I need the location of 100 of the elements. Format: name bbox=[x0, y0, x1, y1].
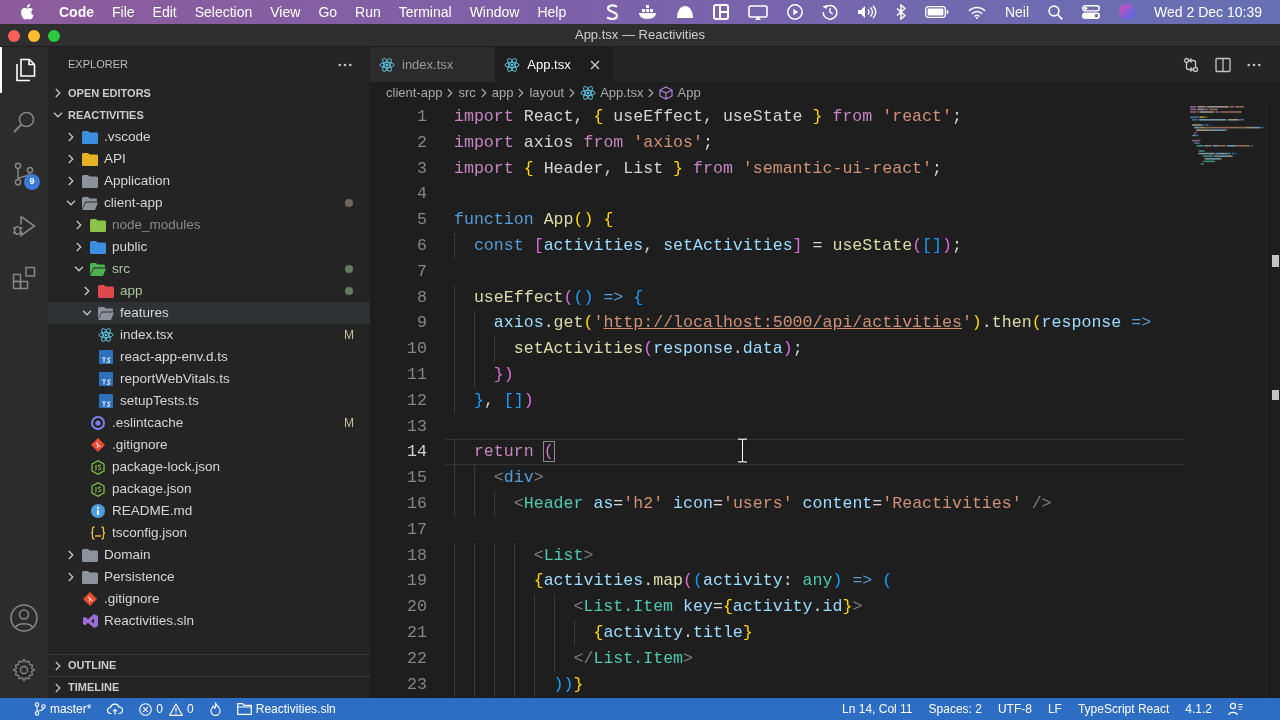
tree-item[interactable]: public bbox=[48, 236, 370, 258]
breadcrumb-item[interactable]: layout bbox=[529, 83, 565, 103]
section-header[interactable]: REACTIVITIES bbox=[48, 104, 370, 126]
tree-item[interactable]: client-app bbox=[48, 192, 370, 214]
apple-icon[interactable] bbox=[20, 4, 34, 20]
project-button[interactable]: Reactivities.sln bbox=[236, 700, 336, 718]
chevron-right-icon[interactable] bbox=[68, 572, 74, 582]
section-header[interactable]: OUTLINE bbox=[48, 654, 370, 676]
menu-item[interactable]: Go bbox=[318, 1, 338, 23]
whale-icon[interactable] bbox=[637, 5, 657, 19]
split-editor-icon[interactable] bbox=[1215, 56, 1231, 73]
tree-item[interactable]: reportWebVitals.ts bbox=[48, 368, 370, 390]
tree-item[interactable]: API bbox=[48, 148, 370, 170]
menu-item[interactable]: Edit bbox=[152, 1, 177, 23]
wifi-icon[interactable] bbox=[967, 5, 986, 19]
status-item[interactable]: Ln 14, Col 11 bbox=[842, 700, 913, 718]
tree-item[interactable]: .vscode bbox=[48, 126, 370, 148]
more-icon[interactable] bbox=[1247, 62, 1261, 67]
tree-item[interactable]: README.md bbox=[48, 500, 370, 522]
close-icon[interactable] bbox=[589, 59, 600, 70]
status-item[interactable]: LF bbox=[1047, 700, 1062, 718]
cloud-upload-icon[interactable] bbox=[107, 703, 124, 715]
clock-icon[interactable] bbox=[821, 4, 838, 20]
chevron-down-icon[interactable] bbox=[82, 310, 92, 316]
editor-tab[interactable]: index.tsx bbox=[370, 47, 496, 82]
chevron-right-icon[interactable] bbox=[68, 176, 74, 186]
volume-icon[interactable] bbox=[856, 5, 877, 19]
braces-icon bbox=[90, 526, 106, 540]
tree-item[interactable]: react-app-env.d.ts bbox=[48, 346, 370, 368]
squiggle-icon[interactable] bbox=[604, 4, 619, 20]
bluetooth-icon[interactable] bbox=[895, 4, 906, 20]
source-control-button[interactable]: 9 bbox=[0, 151, 48, 197]
flame-icon[interactable] bbox=[209, 702, 221, 716]
menu-item[interactable]: File bbox=[112, 1, 135, 23]
window-close-icon[interactable] bbox=[8, 30, 20, 42]
tree-item[interactable]: package.json bbox=[48, 478, 370, 500]
chevron-right-icon[interactable] bbox=[68, 550, 74, 560]
tree-item[interactable]: .gitignore bbox=[48, 588, 370, 610]
breadcrumb-item[interactable]: src bbox=[458, 83, 476, 103]
panels-icon[interactable] bbox=[712, 4, 729, 20]
tree-item[interactable]: index.tsx M bbox=[48, 324, 370, 346]
window-minimize-icon[interactable] bbox=[28, 30, 40, 42]
tree-item[interactable]: package-lock.json bbox=[48, 456, 370, 478]
chevron-down-icon[interactable] bbox=[74, 266, 84, 272]
tree-item[interactable]: src bbox=[48, 258, 370, 280]
breadcrumb-item[interactable]: client-app bbox=[386, 83, 443, 103]
breadcrumb-item[interactable]: App bbox=[659, 83, 701, 103]
toggles-icon[interactable] bbox=[1082, 5, 1101, 19]
menu-item[interactable]: View bbox=[270, 1, 301, 23]
person-lines-icon[interactable] bbox=[1228, 702, 1243, 716]
diamond-icon bbox=[83, 592, 97, 606]
chevron-right-icon[interactable] bbox=[55, 682, 61, 693]
breadcrumb-item[interactable]: app bbox=[491, 83, 514, 103]
status-item[interactable]: UTF-8 bbox=[997, 700, 1032, 718]
menu-item[interactable]: Help bbox=[537, 1, 567, 23]
tree-item[interactable]: Reactivities.sln bbox=[48, 610, 370, 632]
play-circle-icon[interactable] bbox=[786, 4, 803, 20]
tree-item[interactable]: features bbox=[48, 302, 370, 324]
problems-button[interactable]: 0 0 bbox=[139, 700, 194, 718]
display-icon[interactable] bbox=[747, 4, 768, 20]
more-icon[interactable] bbox=[338, 62, 352, 67]
breadcrumb-item[interactable]: App.tsx bbox=[580, 83, 644, 103]
tree-item[interactable]: tsconfig.json bbox=[48, 522, 370, 544]
tree-item[interactable]: setupTests.ts bbox=[48, 390, 370, 412]
search-icon[interactable] bbox=[1048, 4, 1064, 20]
chevron-right-icon[interactable] bbox=[76, 242, 82, 252]
tree-item[interactable]: Application bbox=[48, 170, 370, 192]
menu-item[interactable]: Selection bbox=[194, 1, 253, 23]
tree-item[interactable]: app bbox=[48, 280, 370, 302]
tree-item[interactable]: .eslintcache M bbox=[48, 412, 370, 434]
menu-item[interactable]: Run bbox=[355, 1, 381, 23]
status-item[interactable]: TypeScript React bbox=[1077, 700, 1170, 718]
battery-icon[interactable] bbox=[924, 6, 949, 18]
tree-item[interactable]: Persistence bbox=[48, 566, 370, 588]
chevron-down-icon[interactable] bbox=[66, 200, 76, 206]
chevron-right-icon[interactable] bbox=[68, 154, 74, 164]
branch-button[interactable]: master* bbox=[34, 700, 92, 718]
app-menu[interactable]: Code bbox=[59, 1, 94, 23]
minimap[interactable] bbox=[1190, 106, 1264, 166]
atom-icon bbox=[379, 57, 395, 72]
menu-item[interactable]: Terminal bbox=[398, 1, 452, 23]
compare-changes-icon[interactable] bbox=[1183, 56, 1199, 73]
status-item[interactable]: Spaces: 2 bbox=[928, 700, 982, 718]
tree-item[interactable]: node_modules bbox=[48, 214, 370, 236]
menu-item[interactable]: Window bbox=[469, 1, 520, 23]
status-item[interactable]: 4.1.2 bbox=[1185, 700, 1212, 718]
chevron-right-icon[interactable] bbox=[68, 132, 74, 142]
chevron-down-icon[interactable] bbox=[53, 112, 63, 118]
window-zoom-icon[interactable] bbox=[48, 30, 60, 42]
chevron-right-icon[interactable] bbox=[55, 660, 61, 671]
tree-item[interactable]: Domain bbox=[48, 544, 370, 566]
clock-text[interactable]: Wed 2 Dec 10:39 bbox=[1154, 1, 1262, 23]
chevron-right-icon[interactable] bbox=[55, 88, 61, 98]
section-header[interactable]: OPEN EDITORS bbox=[48, 82, 370, 104]
chevron-right-icon[interactable] bbox=[76, 220, 82, 230]
tree-item[interactable]: .gitignore bbox=[48, 434, 370, 456]
dome-icon[interactable] bbox=[675, 5, 694, 19]
user-name[interactable]: Neil bbox=[1004, 1, 1030, 23]
chevron-right-icon[interactable] bbox=[84, 286, 90, 296]
editor-tab[interactable]: App.tsx bbox=[495, 47, 613, 82]
